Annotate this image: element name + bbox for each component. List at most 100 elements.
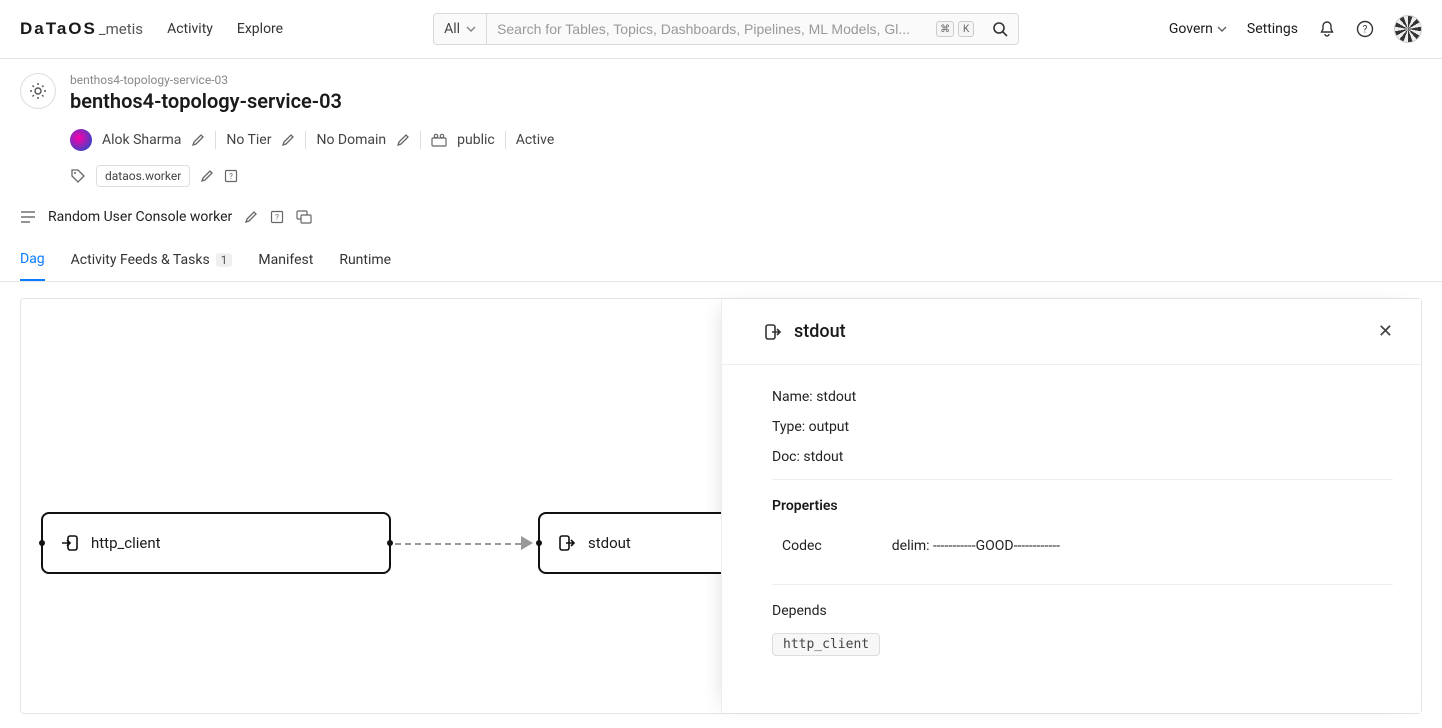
edit-icon[interactable]	[191, 133, 205, 147]
tab-label: Activity Feeds & Tasks	[71, 252, 210, 268]
user-avatar[interactable]	[1394, 15, 1422, 43]
node-port-left	[39, 540, 45, 546]
tab-runtime[interactable]: Runtime	[339, 252, 391, 280]
type-label: Type:	[772, 419, 805, 435]
output-icon	[764, 323, 782, 341]
panel-body: Name: stdout Type: output Doc: stdout Pr…	[722, 365, 1421, 656]
logo[interactable]: DaTaOS _metis	[20, 19, 143, 39]
tab-dag[interactable]: Dag	[20, 251, 45, 281]
product-suffix: _metis	[99, 20, 143, 38]
tab-label: Runtime	[339, 252, 391, 268]
divider	[420, 131, 421, 149]
right-nav: Govern Settings ?	[1169, 15, 1422, 43]
kbd-k: K	[958, 21, 974, 37]
entity-title: benthos4-topology-service-03	[70, 89, 1422, 113]
owner-avatar	[70, 129, 92, 151]
property-row-codec: Codec delim: -----------GOOD------------	[772, 532, 1393, 576]
properties-heading: Properties	[772, 498, 1393, 514]
domain-value[interactable]: No Domain	[316, 132, 386, 148]
request-icon[interactable]: ?	[224, 169, 238, 183]
edit-icon[interactable]	[281, 133, 295, 147]
description-row: Random User Console worker ?	[0, 187, 1442, 225]
owner-name[interactable]: Alok Sharma	[102, 132, 181, 148]
divider	[305, 131, 306, 149]
govern-dropdown[interactable]: Govern	[1169, 21, 1227, 37]
entity-info: benthos4-topology-service-03 benthos4-to…	[70, 73, 1422, 187]
tag-chip[interactable]: dataos.worker	[96, 165, 190, 187]
type-value: output	[809, 419, 849, 435]
panel-close-button[interactable]: ✕	[1378, 321, 1393, 342]
bell-icon	[1318, 20, 1336, 38]
search-scope-label: All	[444, 21, 460, 37]
panel-doc-row: Doc: stdout	[772, 449, 1393, 465]
dag-node-http-client[interactable]: http_client	[41, 512, 391, 574]
panel-name-row: Name: stdout	[772, 389, 1393, 405]
divider	[215, 131, 216, 149]
tab-count-badge: 1	[216, 253, 233, 267]
dag-canvas[interactable]: http_client stdout	[21, 299, 721, 713]
edit-icon[interactable]	[244, 210, 258, 224]
gear-icon	[28, 81, 48, 101]
panel-header: stdout ✕	[722, 299, 1421, 365]
comment-icon[interactable]	[296, 210, 312, 224]
workspace-icon	[431, 133, 447, 147]
request-icon[interactable]: ?	[270, 210, 284, 224]
name-value: stdout	[816, 389, 856, 405]
primary-nav: Activity Explore	[167, 21, 283, 37]
divider	[505, 131, 506, 149]
settings-link[interactable]: Settings	[1247, 21, 1298, 37]
breadcrumb[interactable]: benthos4-topology-service-03	[70, 73, 1422, 87]
nav-activity[interactable]: Activity	[167, 21, 213, 37]
notifications-button[interactable]	[1318, 20, 1336, 38]
govern-label: Govern	[1169, 21, 1213, 37]
edit-icon[interactable]	[200, 169, 214, 183]
search-input[interactable]	[487, 21, 936, 37]
dag-edge	[395, 543, 521, 545]
tag-row: dataos.worker ?	[70, 165, 1422, 187]
edit-icon[interactable]	[396, 133, 410, 147]
chevron-down-icon	[466, 26, 476, 32]
node-label: http_client	[91, 534, 161, 552]
tag-icon	[70, 168, 86, 184]
svg-text:?: ?	[1363, 25, 1368, 36]
tab-label: Dag	[20, 251, 45, 267]
workspace-value[interactable]: public	[457, 132, 495, 148]
panel-type-row: Type: output	[772, 419, 1393, 435]
depends-chip[interactable]: http_client	[772, 633, 880, 656]
entity-meta-row: Alok Sharma No Tier No Domain public Act…	[70, 129, 1422, 151]
doc-value: stdout	[803, 449, 843, 465]
property-value: delim: -----------GOOD------------	[892, 538, 1060, 554]
top-bar: DaTaOS _metis Activity Explore All ⌘ K G…	[0, 0, 1442, 59]
entity-type-icon	[20, 73, 56, 109]
node-port-left	[536, 540, 542, 546]
search-scope-dropdown[interactable]: All	[434, 14, 487, 44]
svg-text:?: ?	[275, 213, 279, 222]
divider	[772, 479, 1393, 480]
dag-edge-arrow	[521, 536, 533, 550]
doc-label: Doc:	[772, 449, 800, 465]
depends-heading: Depends	[772, 603, 1393, 619]
tab-manifest[interactable]: Manifest	[258, 252, 313, 280]
chevron-down-icon	[1217, 26, 1227, 32]
entity-header: benthos4-topology-service-03 benthos4-to…	[0, 59, 1442, 187]
panel-title: stdout	[794, 321, 846, 342]
tier-value[interactable]: No Tier	[226, 132, 271, 148]
tab-label: Manifest	[258, 252, 313, 268]
node-port-right	[387, 540, 393, 546]
property-key: Codec	[782, 538, 822, 554]
help-button[interactable]: ?	[1356, 20, 1374, 38]
node-detail-panel: stdout ✕ Name: stdout Type: output Doc: …	[721, 299, 1421, 713]
tab-bar: Dag Activity Feeds & Tasks 1 Manifest Ru…	[0, 225, 1442, 282]
nav-explore[interactable]: Explore	[237, 21, 283, 37]
status-value: Active	[516, 132, 555, 148]
description-text: Random User Console worker	[48, 209, 232, 225]
search-icon	[992, 21, 1008, 37]
tab-activity-feeds[interactable]: Activity Feeds & Tasks 1	[71, 252, 233, 280]
output-icon	[558, 534, 576, 552]
search-button[interactable]	[982, 14, 1018, 44]
input-icon	[61, 534, 79, 552]
search-shortcut: ⌘ K	[936, 21, 974, 37]
dag-node-stdout[interactable]: stdout	[538, 512, 721, 574]
name-label: Name:	[772, 389, 813, 405]
svg-text:?: ?	[229, 172, 233, 181]
